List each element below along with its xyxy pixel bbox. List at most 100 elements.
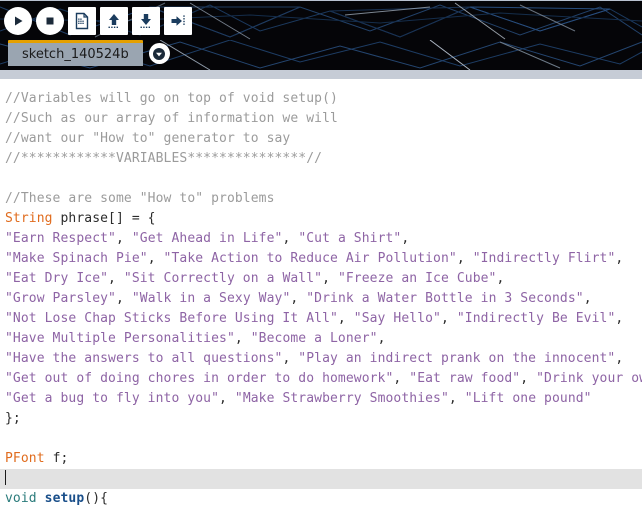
code-line[interactable]: //want our "How to" generator to say <box>0 129 642 149</box>
sketch-tab[interactable]: sketch_140524b <box>8 40 143 66</box>
code-line[interactable]: void setup(){ <box>0 489 642 506</box>
code-line[interactable]: }; <box>0 409 642 429</box>
code-line[interactable]: "Eat Dry Ice", "Sit Correctly on a Wall"… <box>0 269 642 289</box>
code-line[interactable]: String phrase[] = { <box>0 209 642 229</box>
code-token: "Eat Dry Ice" <box>5 271 109 286</box>
open-button[interactable] <box>100 7 128 35</box>
code-token: "Take Action to Reduce Air Pollution" <box>163 251 457 266</box>
code-token: PFont <box>5 451 45 466</box>
code-token: , <box>448 391 465 406</box>
code-token: //Such as our array of information we wi… <box>5 111 338 126</box>
code-token: , <box>377 331 386 346</box>
code-line[interactable]: //Such as our array of information we wi… <box>0 109 642 129</box>
code-token: "Make Spinach Pie" <box>5 251 148 266</box>
code-token: , <box>401 231 410 246</box>
code-editor[interactable]: //Variables will go on top of void setup… <box>0 79 642 506</box>
run-button[interactable] <box>4 7 32 35</box>
code-line[interactable]: "Get out of doing chores in order to do … <box>0 369 642 389</box>
code-token: setup <box>44 491 85 506</box>
code-token: //want our "How to" generator to say <box>5 131 291 146</box>
code-token: //These are some "How to" problems <box>5 191 275 206</box>
main-toolbar <box>0 0 642 40</box>
code-token: "Grow Parsley" <box>5 291 116 306</box>
code-token: , <box>234 331 251 346</box>
code-token: (){ <box>84 491 109 506</box>
code-token: "Indirectly Flirt" <box>472 251 616 266</box>
code-line-active[interactable] <box>0 469 642 489</box>
tab-bar: sketch_140524b <box>0 40 642 70</box>
code-token: "Make Strawberry Smoothies" <box>234 391 449 406</box>
code-token: , <box>496 271 505 286</box>
code-line[interactable]: "Get a bug to fly into you", "Make Straw… <box>0 389 642 409</box>
code-line[interactable] <box>0 169 642 189</box>
code-token: "Cut a Shirt" <box>298 231 402 246</box>
sketch-tab-label: sketch_140524b <box>22 47 129 62</box>
code-token: "Walk in a Sexy Way" <box>131 291 291 306</box>
code-token: "Have Multiple Personalities" <box>5 331 235 346</box>
code-token: "Sit Correctly on a Wall" <box>123 271 323 286</box>
code-line[interactable]: "Not Lose Chap Sticks Before Using It Al… <box>0 309 642 329</box>
code-token: //Variables will go on top of void setup… <box>5 91 338 106</box>
code-line[interactable]: "Have Multiple Personalities", "Become a… <box>0 329 642 349</box>
code-token: , <box>337 311 354 326</box>
code-line[interactable]: "Have the answers to all questions", "Pl… <box>0 349 642 369</box>
code-line[interactable]: //Variables will go on top of void setup… <box>0 89 642 109</box>
tabbar-bottom-strip <box>0 70 642 79</box>
code-line[interactable] <box>0 429 642 449</box>
code-line[interactable]: "Earn Respect", "Get Ahead in Life", "Cu… <box>0 229 642 249</box>
code-token: , <box>108 271 124 286</box>
code-token: void <box>5 491 37 506</box>
code-token: , <box>115 291 132 306</box>
code-line[interactable]: //These are some "How to" problems <box>0 189 642 209</box>
code-token: "Get a bug to fly into you" <box>5 391 220 406</box>
code-token: , <box>290 291 307 306</box>
code-token: "Drink your own urine" <box>536 371 642 386</box>
code-token: "Not Lose Chap Sticks Before Using It Al… <box>5 311 338 326</box>
code-token: String <box>5 211 53 226</box>
code-token: , <box>393 371 410 386</box>
new-file-icon <box>75 12 89 30</box>
code-token: , <box>456 251 473 266</box>
toolbar-button-group <box>0 1 192 40</box>
export-button[interactable] <box>164 7 192 35</box>
code-token: "Become a Loner" <box>250 331 378 346</box>
code-token: , <box>520 371 537 386</box>
code-line[interactable]: PFont f; <box>0 449 642 469</box>
up-arrow-icon <box>108 14 119 28</box>
code-token: , <box>282 351 299 366</box>
code-token: "Play an indirect prank on the innocent" <box>298 351 616 366</box>
code-token: "Get Ahead in Life" <box>131 231 283 246</box>
right-arrow-icon <box>171 15 185 26</box>
code-token: , <box>322 271 338 286</box>
stop-button[interactable] <box>36 7 64 35</box>
code-token: "Say Hello" <box>353 311 441 326</box>
code-token: , <box>615 251 624 266</box>
code-line[interactable]: "Make Spinach Pie", "Take Action to Redu… <box>0 249 642 269</box>
text-caret <box>5 470 6 485</box>
code-token: , <box>115 231 132 246</box>
tab-menu-button[interactable] <box>148 43 170 64</box>
stop-icon <box>46 17 54 25</box>
new-button[interactable] <box>68 7 96 35</box>
code-line[interactable]: "Grow Parsley", "Walk in a Sexy Way", "D… <box>0 289 642 309</box>
code-token: , <box>583 291 592 306</box>
code-token: f; <box>44 451 69 466</box>
code-token: phrase[] = { <box>52 211 156 226</box>
code-token: , <box>219 391 235 406</box>
save-button[interactable] <box>132 7 160 35</box>
down-arrow-icon <box>140 14 151 28</box>
chevron-down-icon <box>153 47 166 60</box>
code-line[interactable]: //************VARIABLES***************// <box>0 149 642 169</box>
code-token: "Freeze an Ice Cube" <box>337 271 497 286</box>
processing-ide-window: sketch_140524b //Variables will go on to… <box>0 0 642 506</box>
code-token: "Have the answers to all questions" <box>5 351 283 366</box>
code-token: "Eat raw food" <box>409 371 521 386</box>
code-token: "Drink a Water Bottle in 3 Seconds" <box>306 291 584 306</box>
play-icon <box>15 16 23 26</box>
code-token: "Lift one pound" <box>464 391 592 406</box>
code-token: //************VARIABLES***************// <box>5 151 323 166</box>
code-token: , <box>440 311 457 326</box>
code-token: }; <box>5 411 21 426</box>
code-token: , <box>282 231 299 246</box>
